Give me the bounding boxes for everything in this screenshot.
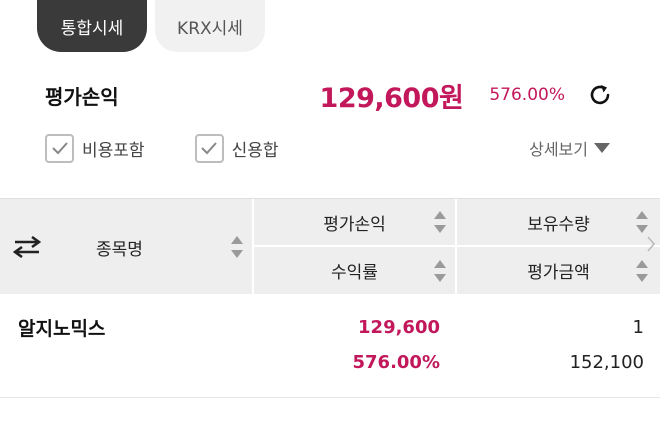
sort-holding-qty-icon[interactable]: [636, 211, 648, 233]
include-cost-label: 비용포함: [82, 140, 145, 161]
row-eval-amount: 152,100: [569, 352, 644, 373]
row-holding-qty: 1: [632, 317, 644, 338]
sort-eval-pl-icon[interactable]: [434, 211, 446, 233]
sort-name-icon[interactable]: [231, 236, 243, 258]
options-bar: 비용포함 신용합 상세보기: [45, 130, 610, 166]
header-stock-name[interactable]: 종목명: [96, 235, 143, 260]
header-name-column: 종목명: [0, 199, 252, 295]
detail-view-label: 상세보기: [529, 140, 588, 159]
tab-integrated-quote[interactable]: 통합시세: [37, 0, 147, 52]
refresh-icon[interactable]: [585, 80, 615, 110]
header-return-rate[interactable]: 수익률: [254, 247, 455, 293]
summary-label: 평가손익: [45, 84, 119, 109]
check-icon: [194, 133, 224, 163]
stock-name: 알지노믹스: [18, 318, 106, 340]
sort-return-rate-icon[interactable]: [434, 260, 446, 282]
row-eval-pl: 129,600: [358, 317, 440, 338]
table-row[interactable]: 알지노믹스 129,600 576.00% 1 152,100: [0, 294, 660, 398]
header-eval-amount[interactable]: 평가금액: [457, 247, 660, 293]
header-eval-pl[interactable]: 평가손익: [254, 199, 455, 245]
summary-rate: 576.00%: [489, 85, 565, 105]
swap-columns-icon[interactable]: [12, 232, 42, 262]
include-cost-checkbox[interactable]: 비용포함: [45, 133, 145, 163]
sort-eval-amount-icon[interactable]: [636, 260, 648, 282]
summary-amount: 129,600원: [319, 82, 464, 114]
chevron-right-icon[interactable]: [646, 235, 656, 253]
check-icon: [45, 133, 74, 163]
profit-summary: 평가손익 129,600원 576.00%: [45, 74, 615, 116]
header-holding-qty[interactable]: 보유수량: [457, 199, 660, 245]
credit-sum-label: 신용합: [231, 140, 279, 161]
tab-krx-quote[interactable]: KRX시세: [155, 0, 265, 52]
market-tabs: 통합시세 KRX시세: [37, 0, 265, 52]
table-header: 종목명 평가손익 보유수량 수익률 평가금액: [0, 198, 660, 295]
row-return-rate: 576.00%: [352, 352, 441, 373]
credit-sum-checkbox[interactable]: 신용합: [194, 133, 279, 163]
detail-view-toggle[interactable]: 상세보기: [529, 136, 610, 160]
caret-down-icon: [594, 143, 610, 153]
